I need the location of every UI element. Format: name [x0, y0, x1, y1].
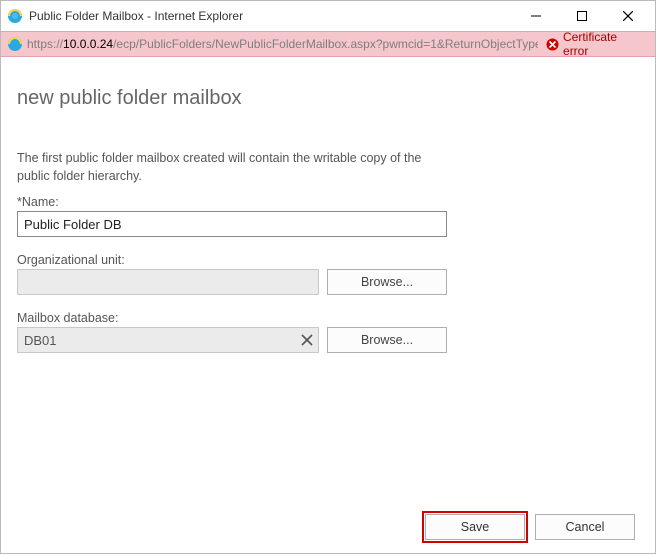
url-path: /ecp/PublicFolders/NewPublicFolderMailbo… — [113, 37, 538, 51]
address-bar[interactable]: https://10.0.0.24/ecp/PublicFolders/NewP… — [1, 31, 655, 57]
dialog-footer: Save Cancel — [1, 501, 655, 553]
mbdb-browse-button[interactable]: Browse... — [327, 327, 447, 353]
mbdb-clear-icon[interactable] — [299, 332, 315, 348]
page-content: new public folder mailbox The first publ… — [1, 57, 655, 501]
ou-browse-button[interactable]: Browse... — [327, 269, 447, 295]
cert-error-icon — [546, 38, 559, 51]
name-label: *Name: — [17, 195, 639, 209]
intro-text: The first public folder mailbox created … — [17, 150, 457, 185]
window-title: Public Folder Mailbox - Internet Explore… — [29, 9, 243, 23]
page-title: new public folder mailbox — [17, 87, 639, 110]
ou-label: Organizational unit: — [17, 253, 639, 267]
mbdb-row: Browse... — [17, 327, 639, 353]
window-close-button[interactable] — [605, 1, 651, 31]
name-input[interactable] — [17, 211, 447, 237]
address-url[interactable]: https://10.0.0.24/ecp/PublicFolders/NewP… — [27, 37, 538, 51]
ou-input — [17, 269, 319, 295]
ou-row: Browse... — [17, 269, 639, 295]
window-minimize-button[interactable] — [513, 1, 559, 31]
mbdb-input[interactable] — [17, 327, 319, 353]
window-maximize-button[interactable] — [559, 1, 605, 31]
url-scheme: https:// — [27, 37, 63, 51]
cancel-button[interactable]: Cancel — [535, 514, 635, 540]
window-titlebar: Public Folder Mailbox - Internet Explore… — [1, 1, 655, 31]
ie-page-icon — [7, 36, 23, 52]
save-button[interactable]: Save — [425, 514, 525, 540]
cert-error-label: Certificate error — [563, 30, 645, 58]
ie-app-icon — [7, 8, 23, 24]
mbdb-label: Mailbox database: — [17, 311, 639, 325]
url-host: 10.0.0.24 — [63, 37, 113, 51]
certificate-error-badge[interactable]: Certificate error — [542, 30, 649, 58]
